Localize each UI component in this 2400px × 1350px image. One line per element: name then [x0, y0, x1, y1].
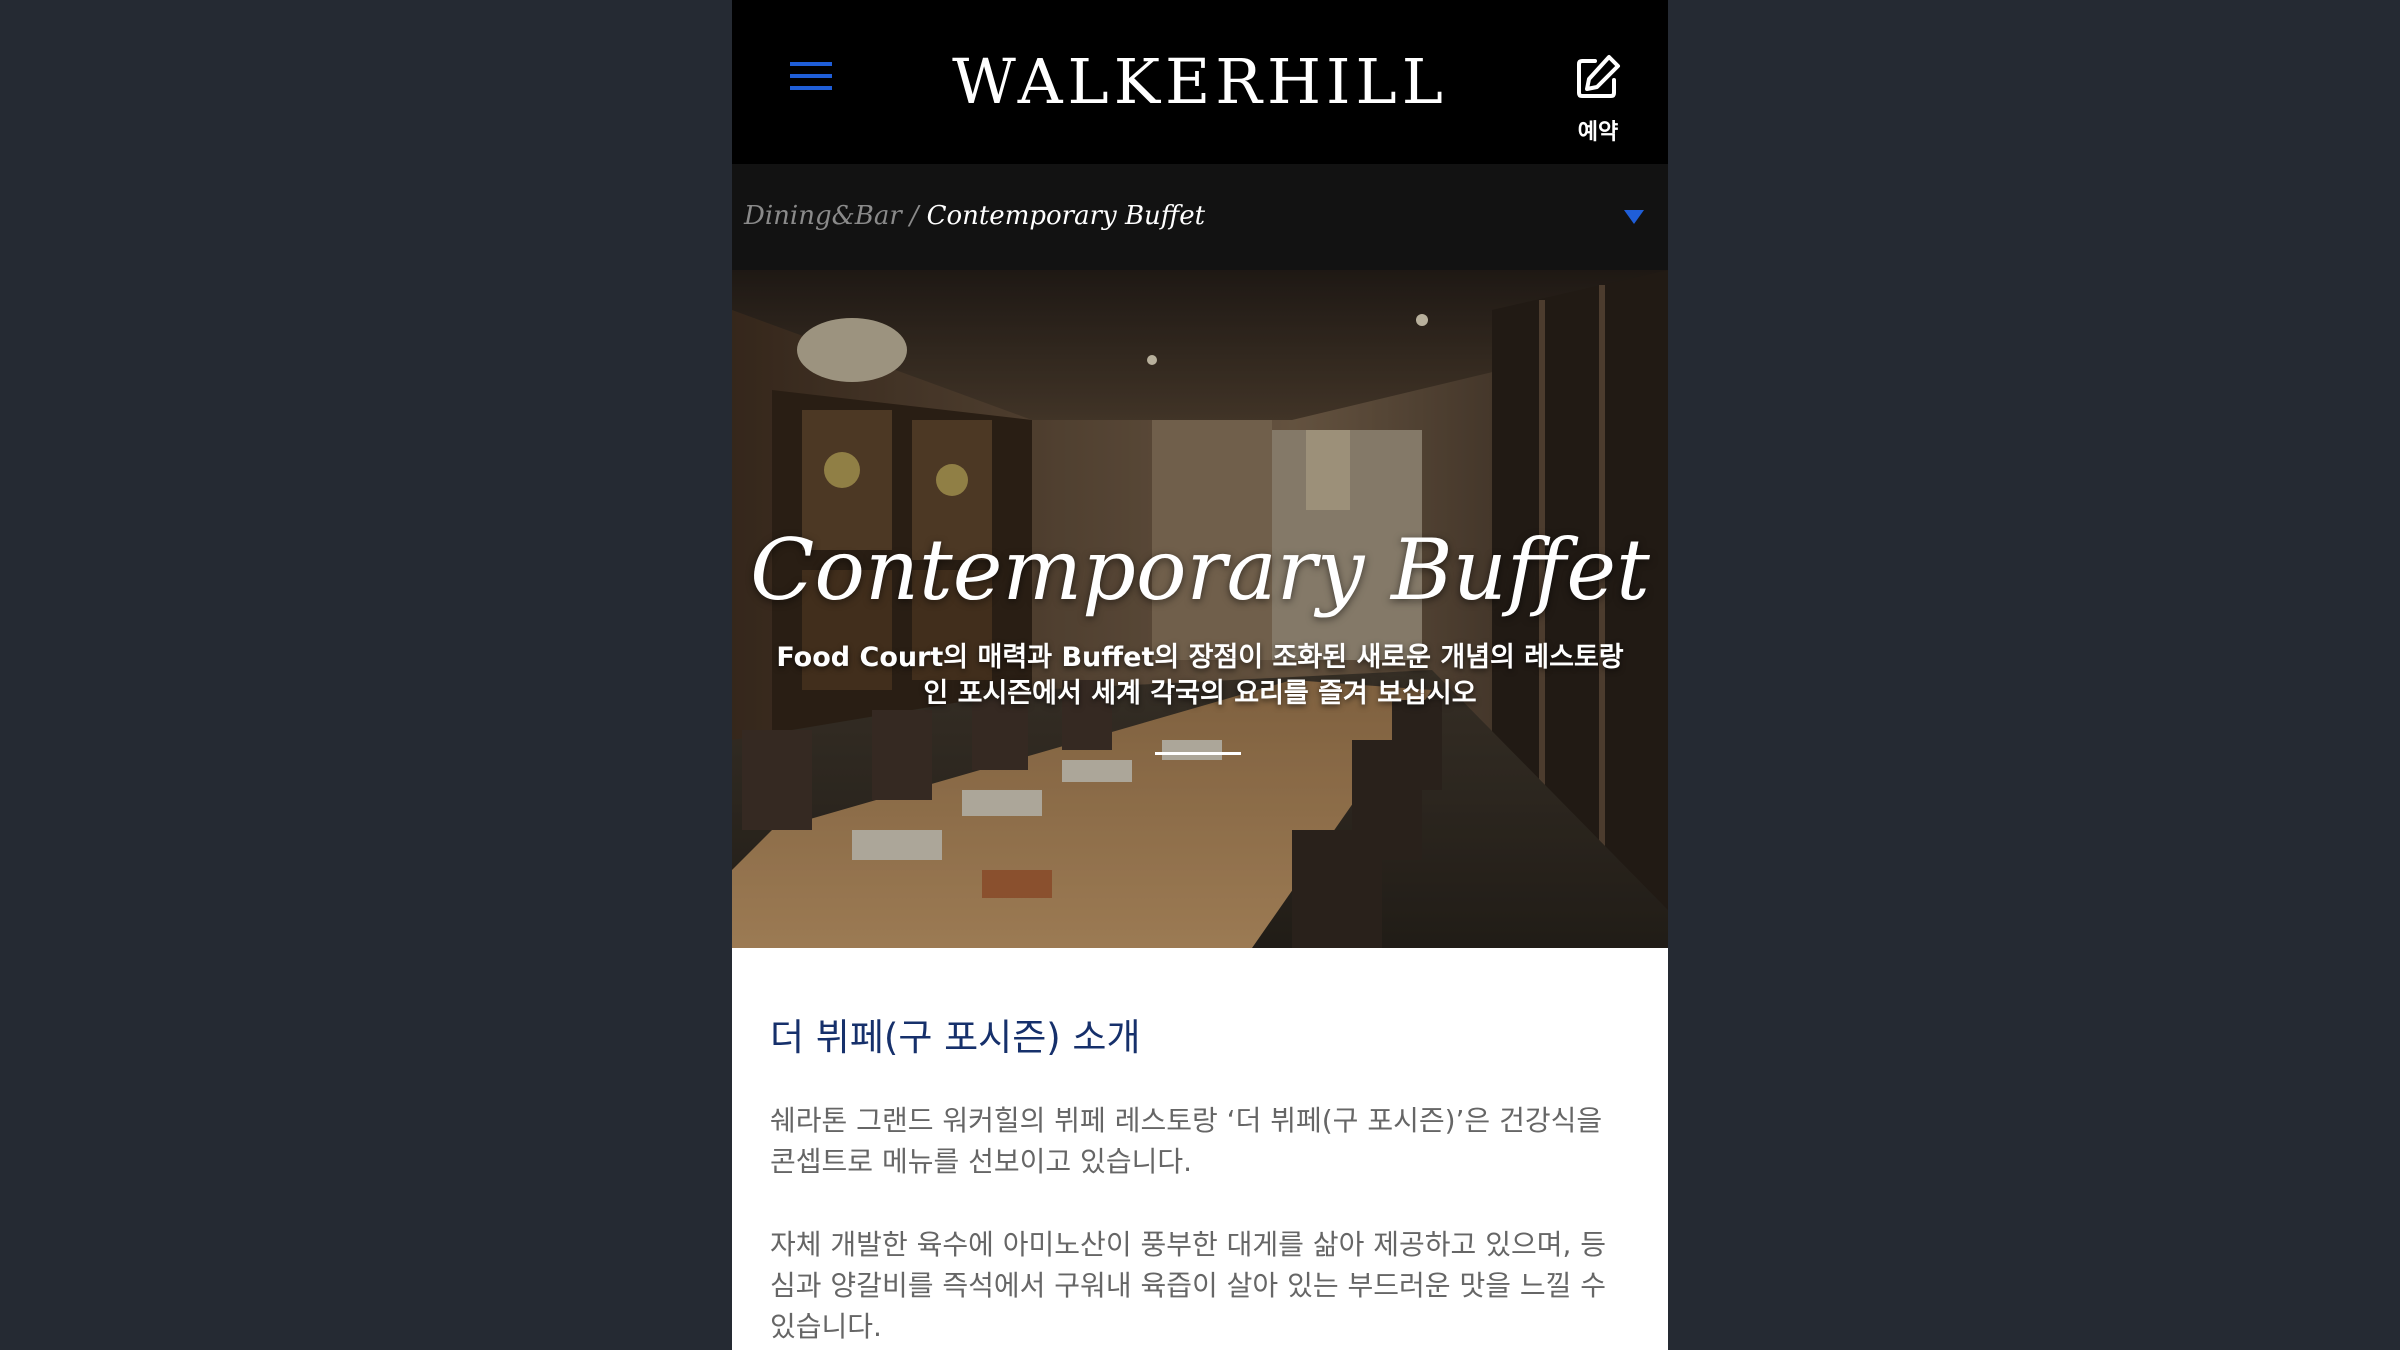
breadcrumb-current: Contemporary Buffet: [926, 201, 1206, 231]
breadcrumb-separator: /: [909, 201, 919, 231]
caret-down-icon[interactable]: [1624, 210, 1644, 224]
hero-description: Food Court의 매력과 Buffet의 장점이 조화된 새로운 개념의 …: [776, 642, 1624, 709]
breadcrumb-parent-link[interactable]: Dining&Bar: [744, 201, 902, 231]
breadcrumb-trail: Dining&Bar / Contemporary Buffet: [744, 196, 1205, 236]
hero-title: Contemporary Buffet: [750, 521, 1650, 619]
hero-banner: Contemporary Buffet Food Court의 매력과 Buff…: [732, 270, 1668, 948]
intro-paragraph-1: 쉐라톤 그랜드 워커힐의 뷔페 레스토랑 ‘더 뷔페(구 포시즌)’은 건강식을…: [770, 1104, 1603, 1178]
reserve-button[interactable]: 예약: [1550, 52, 1646, 148]
edit-icon: [1577, 55, 1620, 98]
mobile-page: WALKERHILL 예약 Dining&Bar / Contemporary Bu…: [732, 0, 1668, 1350]
top-bar: WALKERHILL 예약: [732, 0, 1668, 164]
breadcrumb[interactable]: Dining&Bar / Contemporary Buffet: [732, 164, 1668, 270]
hero-divider: [1155, 752, 1241, 755]
intro-paragraph-2: 자체 개발한 육수에 아미노산이 풍부한 대게를 삶아 제공하고 있으며, 등심…: [770, 1228, 1607, 1343]
intro-section: 더 뷔페(구 포시즌) 소개 쉐라톤 그랜드 워커힐의 뷔페 레스토랑 ‘더 뷔…: [732, 948, 1668, 1350]
brand-logo[interactable]: WALKERHILL: [732, 42, 1668, 122]
section-title: 더 뷔페(구 포시즌) 소개: [770, 1016, 1141, 1059]
reserve-label: 예약: [1577, 120, 1619, 145]
